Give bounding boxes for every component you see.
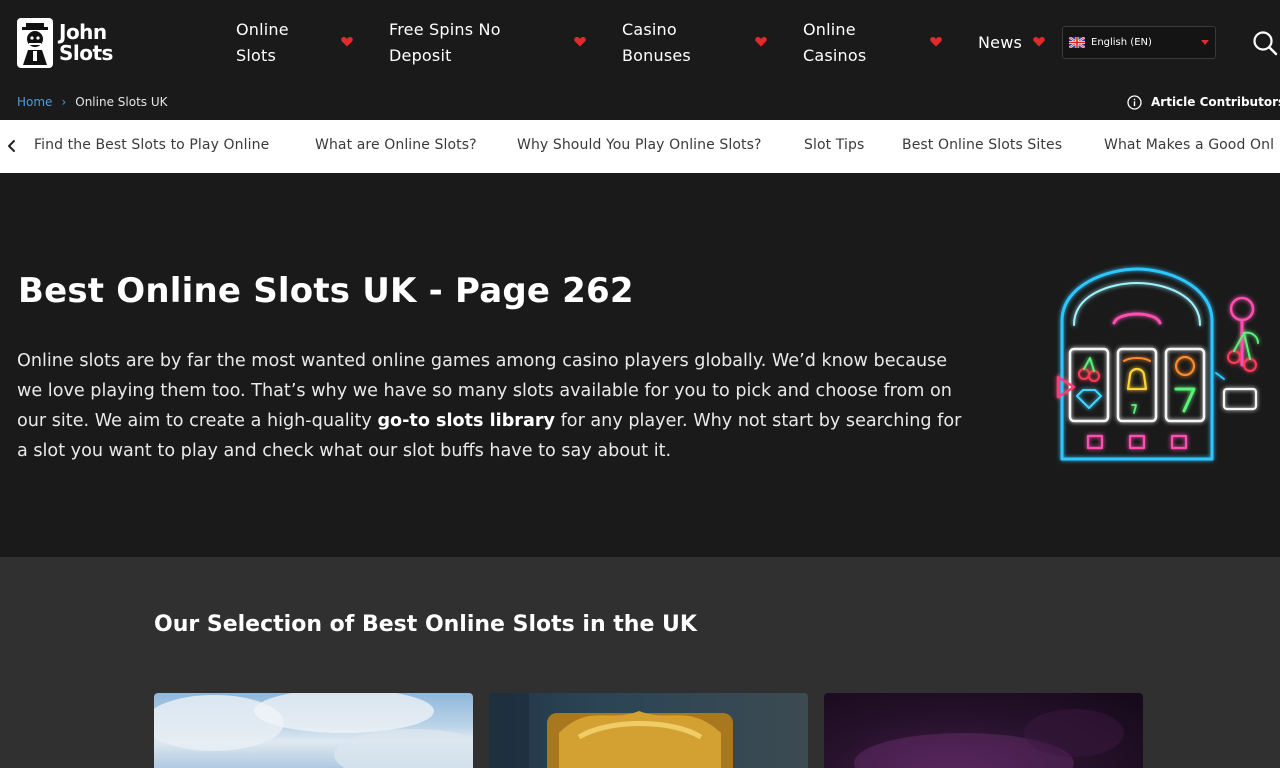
neon-slot-machine-illustration	[1056, 267, 1259, 461]
nav-online-casinos-line2: Casinos	[803, 46, 867, 65]
slot-card[interactable]	[489, 693, 808, 768]
heart-icon	[341, 36, 353, 48]
nav-news-label: News	[978, 33, 1023, 52]
heart-icon	[574, 36, 586, 48]
nav-casino-bonuses[interactable]: Casino Bonuses	[622, 16, 768, 70]
breadcrumb: Home › Online Slots UK	[17, 94, 168, 110]
breadcrumb-home-link[interactable]: Home	[17, 95, 52, 109]
site-logo[interactable]: John Slots	[16, 16, 120, 70]
article-contributors[interactable]: Article Contributors:	[1127, 94, 1280, 110]
slot-card[interactable]	[154, 693, 473, 768]
nav-online-slots-label: Online Slots	[236, 17, 289, 69]
chevron-left-icon[interactable]	[5, 138, 19, 154]
selection-heading: Our Selection of Best Online Slots in th…	[154, 612, 697, 637]
tab-what-makes-good-slot[interactable]: What Makes a Good Onl	[1104, 137, 1274, 153]
logo-wordmark: John Slots	[59, 22, 113, 64]
logo-word-slots: Slots	[59, 41, 113, 65]
info-icon	[1127, 94, 1142, 110]
language-select-value: English (EN)	[1091, 37, 1152, 48]
nav-free-spins-line2: Deposit	[389, 46, 452, 65]
logo-word-john: John	[59, 20, 107, 44]
nav-casino-bonuses-line1: Casino	[622, 20, 677, 39]
article-contributors-label: Article Contributors:	[1151, 95, 1280, 109]
slot-card-thumbnail	[154, 693, 473, 768]
nav-online-casinos[interactable]: Online Casinos	[803, 16, 943, 70]
uk-flag-icon	[1069, 37, 1085, 48]
section-anchor-tabs: Find the Best Slots to Play Online What …	[0, 120, 1280, 173]
language-select[interactable]: English (EN)	[1062, 26, 1216, 59]
breadcrumb-current: Online Slots UK	[75, 95, 168, 109]
nav-free-spins-label: Free Spins No Deposit	[389, 17, 501, 69]
nav-online-casinos-line1: Online	[803, 20, 856, 39]
slot-card-thumbnail	[489, 693, 733, 768]
heart-icon	[1033, 36, 1045, 48]
nav-casino-bonuses-line2: Bonuses	[622, 46, 691, 65]
hero-section: Best Online Slots UK - Page 262 Online s…	[0, 173, 1280, 557]
tab-why-play-online-slots[interactable]: Why Should You Play Online Slots?	[517, 137, 762, 153]
nav-online-casinos-label: Online Casinos	[803, 17, 866, 69]
nav-online-slots[interactable]: Online Slots	[236, 16, 354, 70]
tab-find-best-slots[interactable]: Find the Best Slots to Play Online	[34, 137, 269, 153]
hero-intro: Online slots are by far the most wanted …	[17, 346, 967, 466]
john-slots-logo-icon	[17, 18, 53, 68]
nav-free-spins[interactable]: Free Spins No Deposit	[389, 16, 587, 70]
breadcrumb-separator: ›	[61, 95, 67, 109]
slots-selection-section: Our Selection of Best Online Slots in th…	[0, 557, 1280, 768]
nav-online-slots-line1: Online	[236, 20, 289, 39]
nav-news[interactable]: News	[978, 16, 1046, 70]
hero-intro-highlight: go-to slots library	[377, 411, 556, 431]
tab-slot-tips[interactable]: Slot Tips	[804, 137, 864, 153]
site-header: John Slots Online Slots Free Spins No De…	[0, 0, 1280, 120]
slot-card-thumbnail	[854, 709, 1124, 768]
page-title: Best Online Slots UK - Page 262	[18, 271, 634, 311]
heart-icon	[755, 36, 767, 48]
nav-casino-bonuses-label: Casino Bonuses	[622, 17, 691, 69]
tab-what-are-online-slots[interactable]: What are Online Slots?	[315, 137, 477, 153]
heart-icon	[930, 36, 942, 48]
caret-down-icon	[1201, 40, 1209, 45]
search-icon[interactable]	[1252, 30, 1278, 56]
slot-card[interactable]	[824, 693, 1143, 768]
tab-best-online-slots-sites[interactable]: Best Online Slots Sites	[902, 137, 1062, 153]
nav-online-slots-line2: Slots	[236, 46, 276, 65]
nav-free-spins-line1: Free Spins No	[389, 20, 501, 39]
